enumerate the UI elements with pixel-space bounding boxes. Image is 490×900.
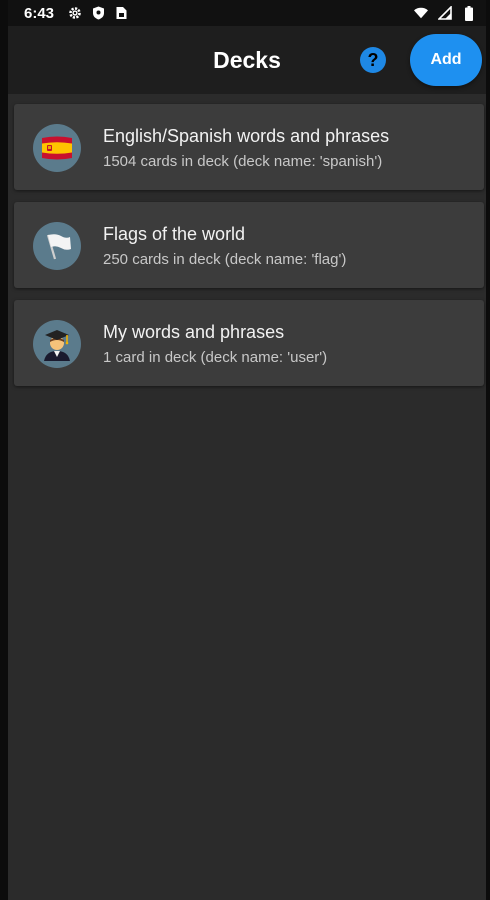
deck-item-user[interactable]: My words and phrases 1 card in deck (dec… [14,300,484,386]
deck-subtitle: 1504 cards in deck (deck name: 'spanish'… [103,153,383,170]
status-right-icons [414,5,476,21]
spain-flag-icon [33,124,81,172]
status-bar: 6:43 [8,0,486,26]
wifi-icon [414,6,428,20]
add-deck-button[interactable]: Add [410,34,482,86]
app-header: Decks ? Add [8,26,486,94]
deck-title: English/Spanish words and phrases [103,126,390,146]
shield-icon [91,6,105,20]
status-left-icons [68,6,128,20]
gear-icon [68,6,82,20]
battery-icon [462,5,476,21]
cell-signal-icon [438,6,452,20]
student-icon [33,320,81,368]
deck-item-flags[interactable]: Flags of the world 250 cards in deck (de… [14,202,484,288]
white-flag-icon [33,222,81,270]
status-time: 6:43 [24,4,55,22]
deck-title: My words and phrases [103,322,285,342]
deck-subtitle: 250 cards in deck (deck name: 'flag') [103,251,347,268]
help-icon: ? [367,49,379,70]
help-button[interactable]: ? [360,47,386,73]
app-screen: 6:43 Decks ? Add English/Spanish words a… [0,0,490,900]
deck-subtitle: 1 card in deck (deck name: 'user') [103,349,328,366]
deck-title: Flags of the world [103,224,246,244]
deck-list: English/Spanish words and phrases 1504 c… [14,104,484,398]
deck-item-spanish[interactable]: English/Spanish words and phrases 1504 c… [14,104,484,190]
sim-card-icon [114,6,128,20]
